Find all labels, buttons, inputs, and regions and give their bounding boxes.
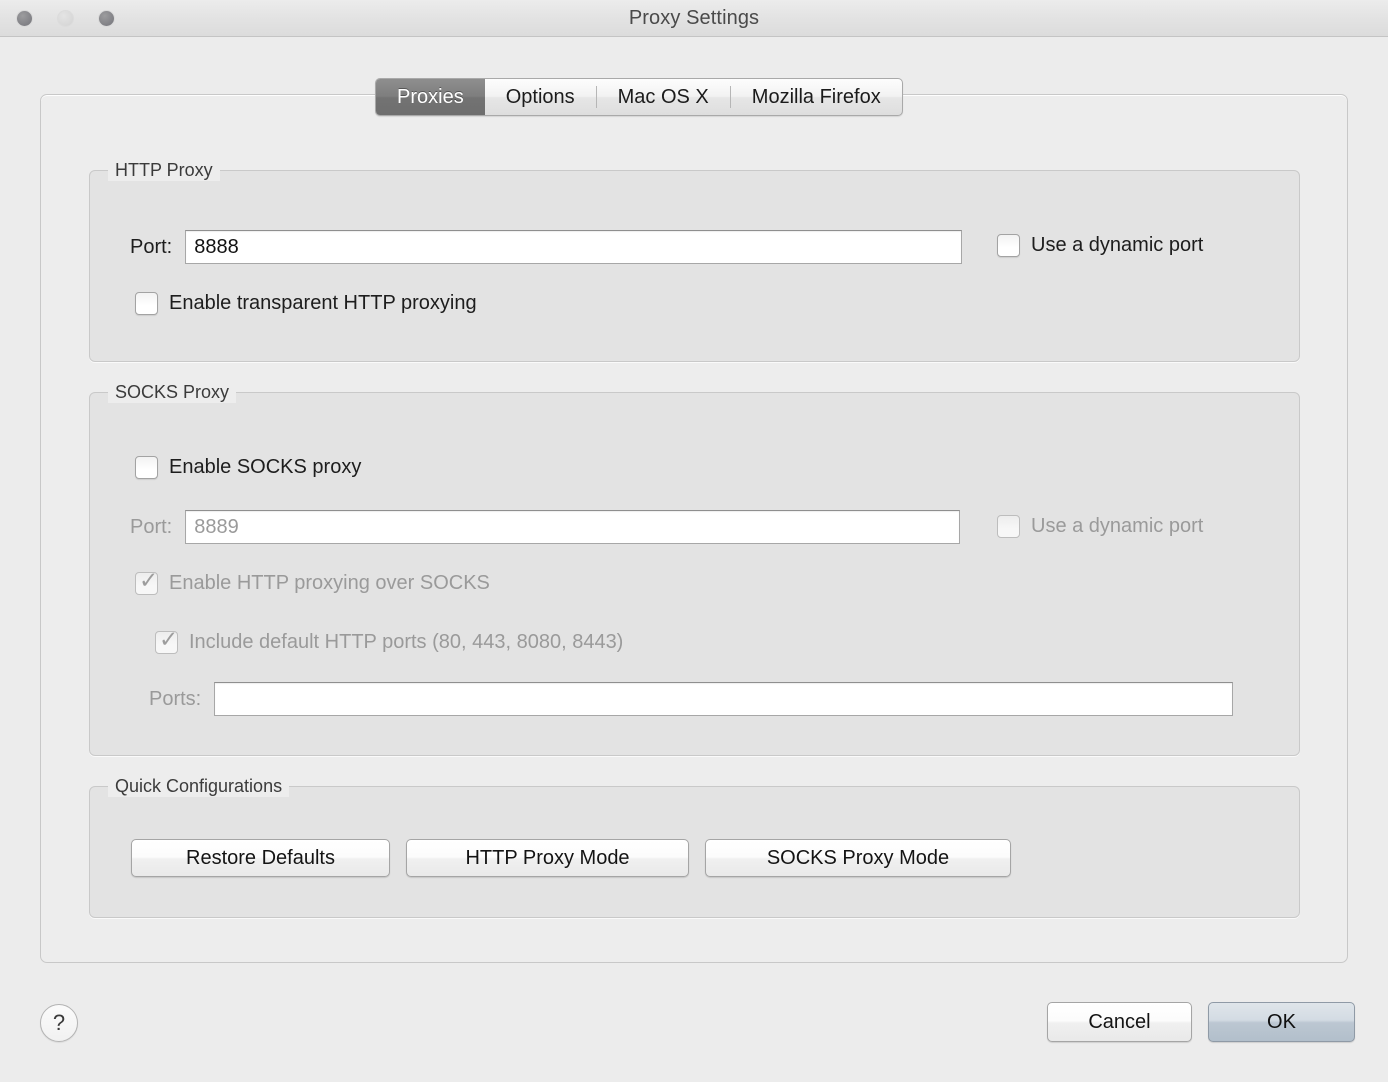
http-proxy-group: HTTP Proxy Port: Use a dynamic port Enab… xyxy=(89,159,1300,362)
socks-enable-label: Enable SOCKS proxy xyxy=(169,456,362,478)
checkmark-glyph: ✓ xyxy=(139,567,159,593)
checkbox-box-icon xyxy=(135,292,158,315)
socks-http-over-socks-checkbox[interactable]: ✓ Enable HTTP proxying over SOCKS xyxy=(135,567,490,595)
http-proxy-group-title: HTTP Proxy xyxy=(108,159,220,181)
socks-ports-row: Ports: xyxy=(149,682,1234,716)
question-mark-icon: ? xyxy=(52,1010,66,1035)
cancel-button[interactable]: Cancel xyxy=(1047,1002,1192,1042)
http-dynamic-port-label: Use a dynamic port xyxy=(1031,234,1204,256)
socks-port-input[interactable] xyxy=(185,510,961,544)
tab-proxies-label: Proxies xyxy=(397,85,464,108)
socks-dynamic-port-label: Use a dynamic port xyxy=(1031,515,1204,537)
http-port-input[interactable] xyxy=(185,230,963,264)
http-port-label: Port: xyxy=(130,235,173,258)
checkbox-box-icon xyxy=(997,234,1020,257)
tab-mac-os-x[interactable]: Mac OS X xyxy=(597,79,730,115)
window-title: Proxy Settings xyxy=(628,7,760,29)
tab-mac-os-x-label: Mac OS X xyxy=(617,85,709,108)
socks-http-over-socks-label: Enable HTTP proxying over SOCKS xyxy=(169,572,490,594)
checkmark-glyph: ✓ xyxy=(159,626,179,652)
socks-dynamic-port-checkbox[interactable]: Use a dynamic port xyxy=(997,515,1203,538)
window-titlebar: Proxy Settings xyxy=(0,0,1388,37)
socks-enable-checkbox[interactable]: Enable SOCKS proxy xyxy=(135,456,361,479)
restore-defaults-button[interactable]: Restore Defaults xyxy=(131,839,390,877)
http-port-row: Port: xyxy=(130,230,963,264)
tab-mozilla-firefox-label: Mozilla Firefox xyxy=(751,85,881,108)
socks-port-row: Port: xyxy=(130,510,961,544)
socks-include-default-ports-label: Include default HTTP ports (80, 443, 808… xyxy=(189,631,624,653)
http-transparent-proxy-checkbox[interactable]: Enable transparent HTTP proxying xyxy=(135,292,477,315)
checkbox-checked-icon: ✓ xyxy=(135,567,159,595)
http-transparent-proxy-label: Enable transparent HTTP proxying xyxy=(169,292,477,314)
tab-bar: Proxies Options Mac OS X Mozilla Firefox xyxy=(375,78,903,116)
ok-button[interactable]: OK xyxy=(1208,1002,1355,1042)
checkbox-box-icon xyxy=(997,515,1020,538)
http-proxy-mode-button[interactable]: HTTP Proxy Mode xyxy=(406,839,689,877)
socks-proxy-group: SOCKS Proxy Enable SOCKS proxy Port: Use… xyxy=(89,381,1300,756)
socks-include-default-ports-checkbox[interactable]: ✓ Include default HTTP ports (80, 443, 8… xyxy=(155,626,624,654)
checkbox-box-icon xyxy=(135,456,158,479)
tab-mozilla-firefox[interactable]: Mozilla Firefox xyxy=(731,79,902,115)
tab-proxies[interactable]: Proxies xyxy=(376,79,485,115)
checkbox-checked-icon: ✓ xyxy=(155,626,179,654)
quick-configurations-group-title: Quick Configurations xyxy=(108,775,290,797)
socks-proxy-group-title: SOCKS Proxy xyxy=(108,381,237,403)
socks-proxy-mode-button[interactable]: SOCKS Proxy Mode xyxy=(705,839,1011,877)
help-button[interactable]: ? xyxy=(40,1004,78,1042)
socks-ports-label: Ports: xyxy=(149,687,202,710)
http-dynamic-port-checkbox[interactable]: Use a dynamic port xyxy=(997,234,1203,257)
socks-ports-input[interactable] xyxy=(214,682,1234,716)
tab-options-label: Options xyxy=(505,85,575,108)
tab-options[interactable]: Options xyxy=(485,79,596,115)
socks-port-label: Port: xyxy=(130,515,173,538)
